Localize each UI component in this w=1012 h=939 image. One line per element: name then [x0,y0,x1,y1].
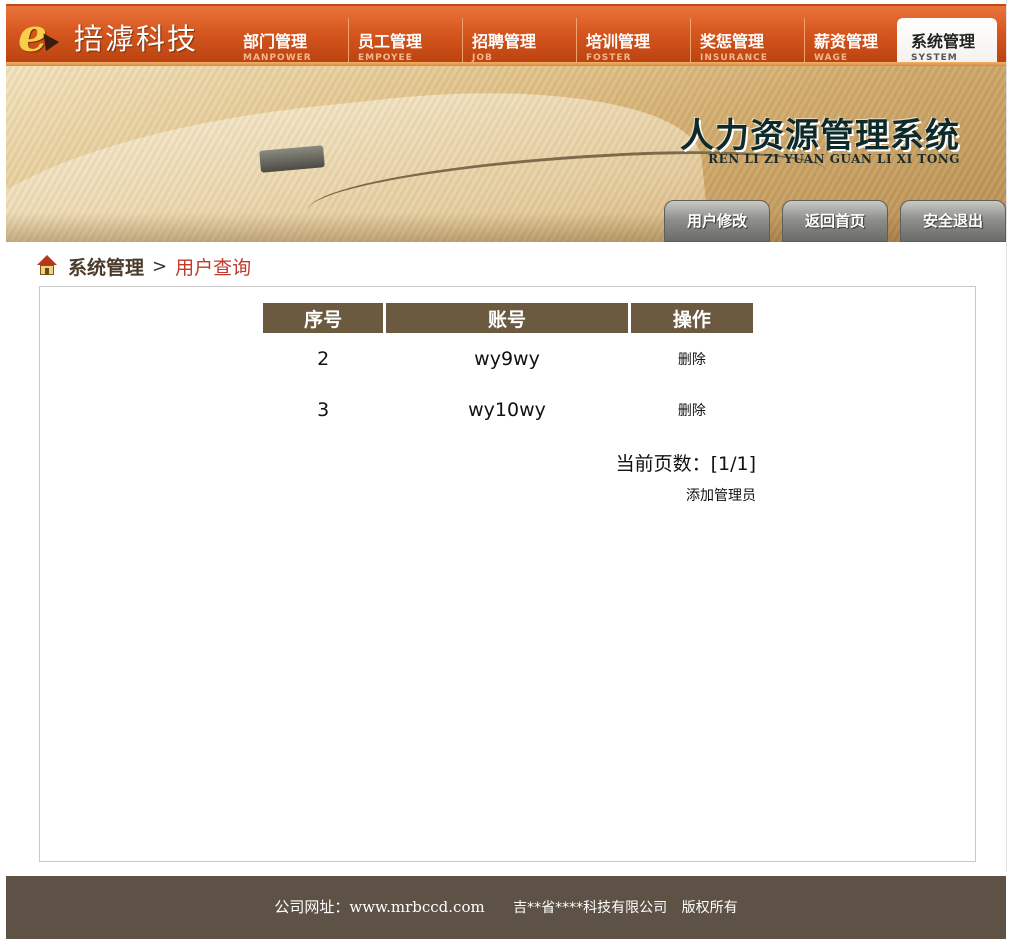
cell-account: wy10wy [468,398,546,421]
cell-id: 3 [317,398,330,421]
breadcrumb-separator: > [152,255,168,277]
nav-item-training[interactable]: 培训管理 FOSTER [576,18,690,66]
cell-id: 2 [317,347,330,370]
system-subtitle: REN LI ZI YUAN GUAN LI XI TONG [708,152,960,166]
user-table-wrapper: 序号 账号 操作 2 wy9wy 删除 3 wy10wy 删除 [260,303,756,435]
nav-item-sub: SYSTEM [911,53,958,63]
table-row: 2 wy9wy 删除 [263,333,753,384]
back-home-button[interactable]: 返回首页 [782,200,888,242]
logo: e 掊滹科技 [18,12,218,60]
breadcrumb-root[interactable]: 系统管理 [68,253,144,280]
column-header-action: 操作 [630,303,753,333]
footer-rights: 版权所有 [681,900,738,916]
home-icon [36,255,58,277]
edit-user-button[interactable]: 用户修改 [664,200,770,242]
content-panel: 序号 账号 操作 2 wy9wy 删除 3 wy10wy 删除 当前页数：[1/… [39,286,976,862]
user-table: 序号 账号 操作 2 wy9wy 删除 3 wy10wy 删除 [260,303,756,435]
nav-item-label: 招聘管理 [472,32,537,51]
footer-company: 吉**省****科技有限公司 [513,900,668,916]
table-row: 3 wy10wy 删除 [263,384,753,435]
page: e 掊滹科技 部门管理 MANPOWER 员工管理 EMPOYEE 招聘管理 J… [6,4,1006,939]
add-admin-link[interactable]: 添加管理员 [260,485,756,505]
nav-item-label: 奖惩管理 [700,32,765,51]
breadcrumb-current: 用户查询 [175,256,252,279]
system-title: 人力资源管理系统 [680,116,960,156]
footer-url: 公司网址：www.mrbccd.com [274,898,485,916]
nav-item-label: 系统管理 [911,32,976,51]
nav-item-label: 员工管理 [358,32,423,51]
nav-item-system[interactable]: 系统管理 SYSTEM [897,18,997,66]
page-border [1006,0,1007,872]
logout-button[interactable]: 安全退出 [900,200,1006,242]
delete-link[interactable]: 删除 [678,352,706,368]
nav-item-sub: JOB [472,53,493,63]
cell-action: 删除 [631,333,753,384]
table-header-row: 序号 账号 操作 [263,303,753,333]
nav-item-label: 培训管理 [586,32,651,51]
column-header-id: 序号 [263,303,384,333]
delete-link[interactable]: 删除 [678,403,706,419]
top-navigation-bar: e 掊滹科技 部门管理 MANPOWER 员工管理 EMPOYEE 招聘管理 J… [6,4,1006,66]
nav-item-sub: EMPOYEE [358,53,413,63]
nav-item-sub: MANPOWER [243,53,312,63]
nav-item-label: 部门管理 [243,32,308,51]
nav-item-employee[interactable]: 员工管理 EMPOYEE [348,18,462,66]
main-nav: 部门管理 MANPOWER 员工管理 EMPOYEE 招聘管理 JOB 培训管理… [234,18,997,68]
banner-button-group: 用户修改 返回首页 安全退出 [664,200,1006,242]
page-indicator: 当前页数：[1/1] [615,453,756,475]
nav-item-recruitment[interactable]: 招聘管理 JOB [462,18,576,66]
breadcrumb: 系统管理 > 用户查询 [36,252,251,280]
cell-account: wy9wy [474,347,540,370]
footer: 公司网址：www.mrbccd.com 吉**省****科技有限公司 版权所有 [6,876,1006,939]
company-name: 掊滹科技 [74,22,199,56]
header-banner: 人力资源管理系统 REN LI ZI YUAN GUAN LI XI TONG … [6,66,1006,242]
column-header-account: 账号 [386,303,628,333]
nav-item-department[interactable]: 部门管理 MANPOWER [234,18,348,66]
nav-item-sub: INSURANCE [700,53,768,63]
cell-action: 删除 [631,384,753,435]
nav-item-rewards[interactable]: 奖惩管理 INSURANCE [690,18,804,66]
nav-item-sub: FOSTER [586,53,632,63]
